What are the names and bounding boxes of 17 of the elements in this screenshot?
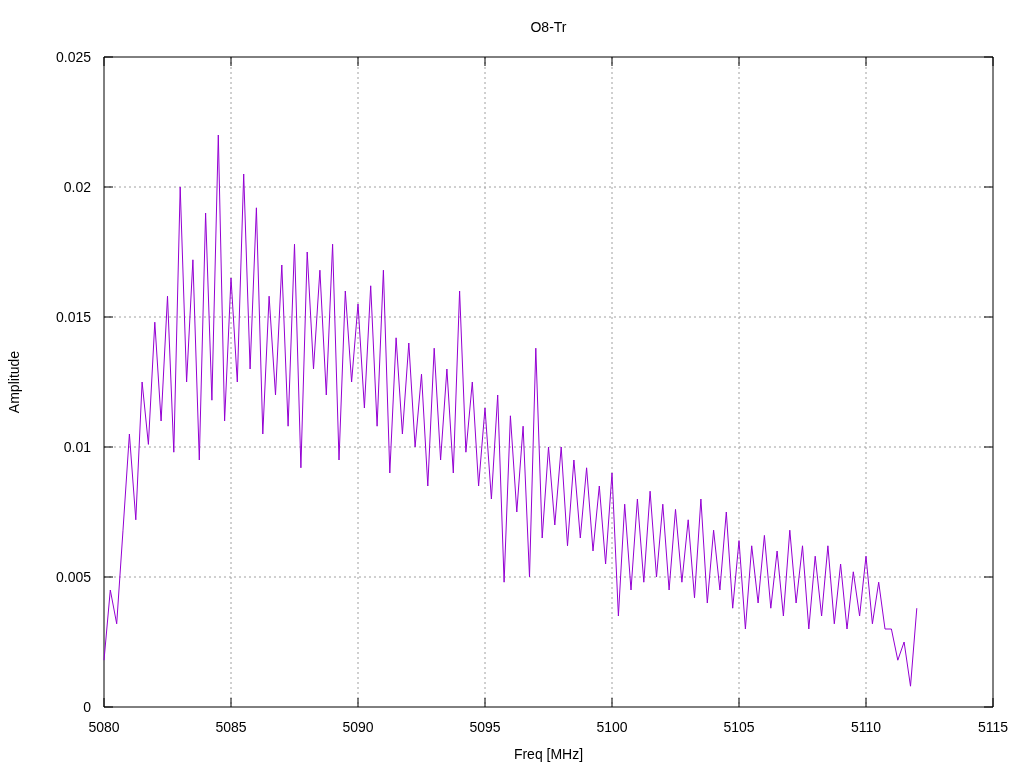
tick-label: 5115: [977, 719, 1009, 735]
tick-label: 5085: [215, 719, 247, 735]
tick-label: 5105: [723, 719, 755, 735]
tick-label: 0: [83, 699, 91, 715]
tick-label: 0.005: [55, 569, 91, 585]
tick-label: 5110: [850, 719, 882, 735]
tick-label: 0.015: [55, 309, 91, 325]
tick-label: 0.01: [63, 439, 91, 455]
tick-label: 5090: [342, 719, 374, 735]
tick-label: 0.02: [63, 179, 91, 195]
tick-label: 5100: [596, 719, 628, 735]
axis-label: Freq [MHz]: [513, 746, 584, 762]
tick-label: 5080: [88, 719, 120, 735]
axis-label: Amplitude: [6, 350, 22, 414]
chart-title: O8-Tr: [530, 19, 567, 35]
tick-label: 5095: [469, 719, 501, 735]
tick-label: 0.025: [55, 49, 91, 65]
